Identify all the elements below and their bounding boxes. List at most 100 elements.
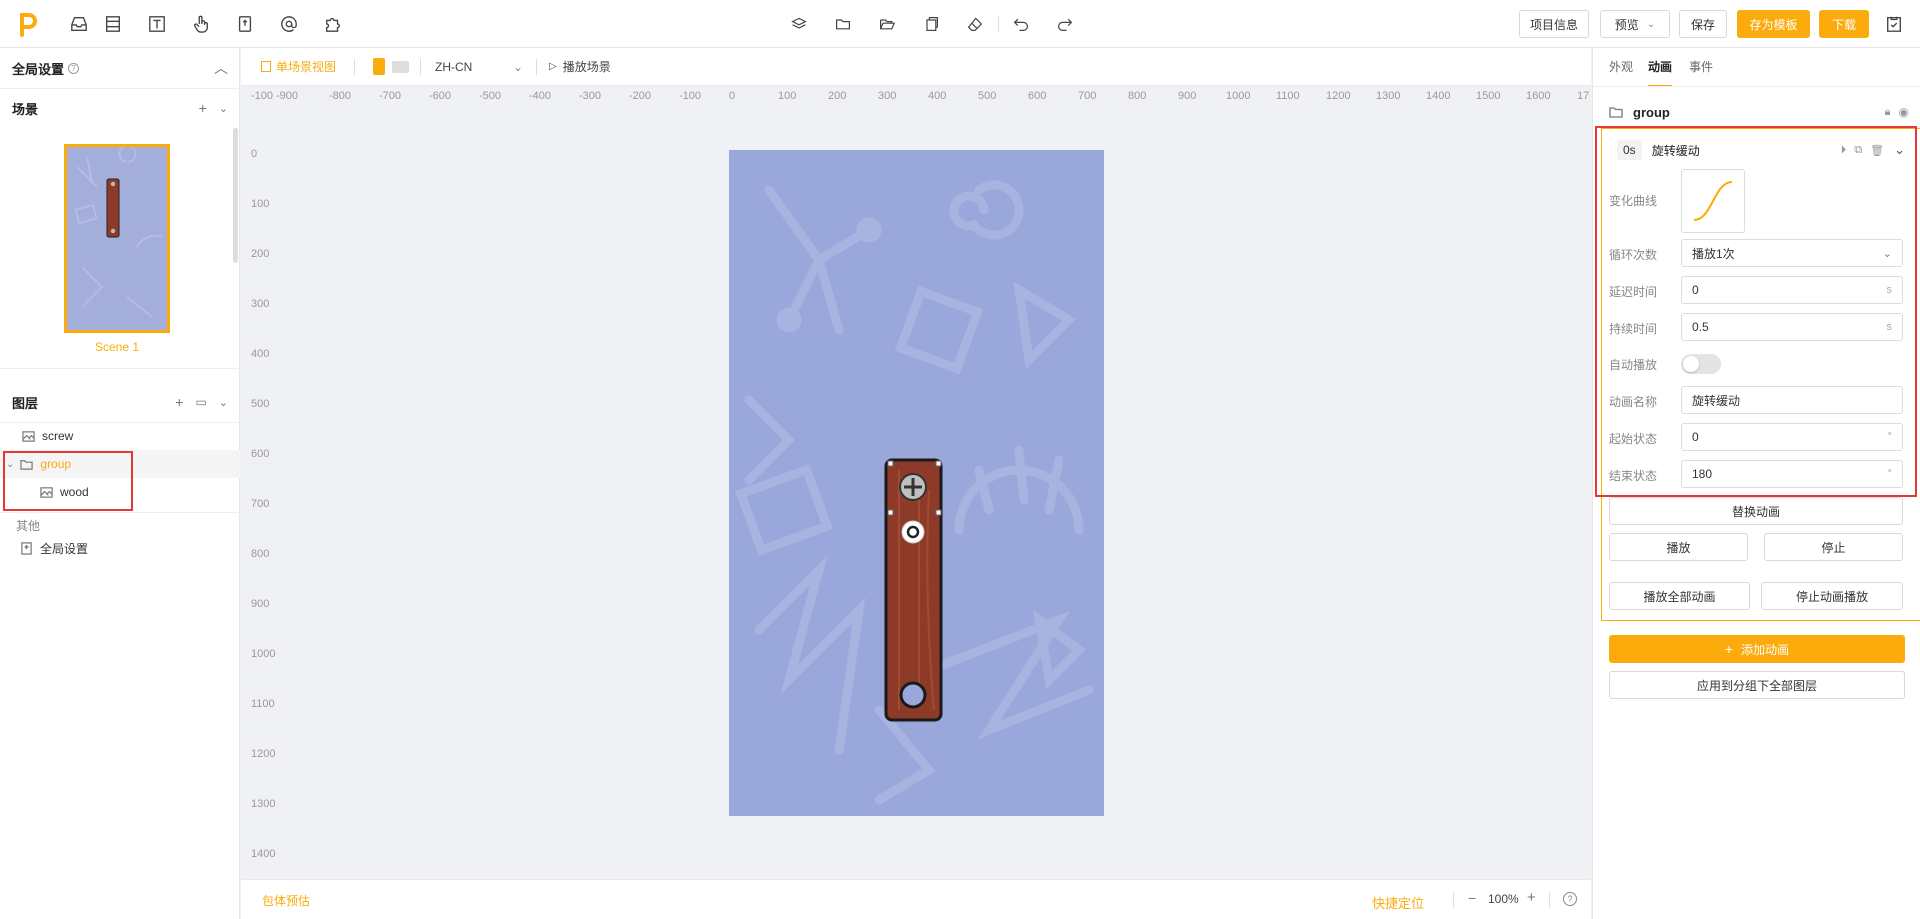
folder-icon	[1609, 107, 1623, 118]
package-estimate-link[interactable]: 包体预估	[262, 892, 310, 909]
duration-field[interactable]: 0.5 s	[1681, 313, 1903, 341]
start-state-field[interactable]: 0 °	[1681, 423, 1903, 451]
text-icon[interactable]	[146, 13, 168, 35]
ruler-tick: -900	[276, 90, 299, 102]
single-scene-view-tab[interactable]: 单场景视图	[261, 58, 336, 75]
tab-animation[interactable]: 动画	[1648, 58, 1673, 87]
scene-scrollbar[interactable]	[233, 128, 238, 263]
duration-value: 0.5	[1692, 320, 1709, 334]
ruler-tick: -700	[379, 90, 402, 102]
tab-appearance[interactable]: 外观	[1609, 58, 1633, 75]
ruler-tick: 1100	[251, 698, 275, 710]
help-icon[interactable]: ?	[68, 62, 80, 74]
at-icon[interactable]	[278, 13, 300, 35]
language-select[interactable]: ZH-CN ⌄	[435, 60, 523, 74]
add-scene-icon[interactable]: +	[199, 100, 207, 116]
replace-animation-button[interactable]: 替换动画	[1609, 497, 1903, 525]
inbox-icon[interactable]	[68, 13, 90, 35]
add-animation-label: 添加动画	[1741, 642, 1790, 657]
animation-header[interactable]: 0s 旋转缓动 ⏵︎ ⧉ 🗑︎ ⌄	[1617, 136, 1917, 164]
ruler-tick: -300	[579, 90, 602, 102]
image-icon	[40, 486, 53, 498]
layers-section-title: 图层	[12, 395, 39, 411]
play-button[interactable]: 播放	[1609, 533, 1748, 561]
eye-icon[interactable]: ◉	[1899, 105, 1909, 119]
collapse-icon[interactable]: ︿	[214, 58, 228, 78]
ruler-tick: 100	[778, 90, 797, 102]
chevron-down-icon[interactable]: ⌄	[6, 459, 14, 470]
zoom-level: 100%	[1488, 892, 1519, 906]
delay-value: 0	[1692, 283, 1699, 297]
help-icon[interactable]: ?	[1563, 892, 1577, 906]
loop-select[interactable]: 播放1次 ⌄	[1681, 239, 1903, 267]
anim-name-value: 旋转缓动	[1692, 393, 1741, 408]
ruler-tick: -100	[251, 90, 274, 102]
end-state-label: 结束状态	[1609, 469, 1658, 483]
play-scene-button[interactable]: ▷ 播放场景	[549, 58, 611, 75]
stop-all-button[interactable]: 停止动画播放	[1761, 582, 1903, 610]
ruler-tick: 600	[1028, 90, 1047, 102]
folder-open-icon[interactable]	[876, 13, 898, 35]
ruler-tick: 1400	[1426, 90, 1451, 102]
autoplay-toggle[interactable]	[1681, 354, 1721, 374]
play-circle-icon[interactable]: ⏵︎	[1841, 144, 1847, 157]
scene-preview-graphic	[74, 147, 163, 318]
layer-wood[interactable]: wood	[0, 478, 240, 506]
color-swatch-primary[interactable]	[373, 58, 385, 75]
preview-dropdown[interactable]: 预览 ⌄	[1600, 10, 1670, 38]
layer-screw[interactable]: screw	[0, 422, 240, 450]
project-info-button[interactable]: 项目信息	[1519, 10, 1589, 38]
copy-icon[interactable]: ⧉	[1854, 144, 1862, 157]
chevron-down-icon[interactable]: ⌄	[1894, 142, 1905, 158]
checklist-icon[interactable]	[1883, 13, 1905, 35]
scene-thumbnail[interactable]	[64, 144, 170, 333]
phone-icon[interactable]	[234, 13, 256, 35]
copy-icon[interactable]	[920, 13, 942, 35]
scene-stage[interactable]	[729, 150, 1104, 816]
save-button[interactable]: 保存	[1679, 10, 1727, 38]
global-settings-header[interactable]: 全局设置 ? ︿	[0, 48, 240, 88]
canvas-area: 单场景视图 ZH-CN ⌄ ▷ 播放场景 -100 -900 -800 -700…	[241, 48, 1591, 879]
folder-icon[interactable]	[832, 13, 854, 35]
start-state-label: 起始状态	[1609, 432, 1658, 446]
lock-icon[interactable]: 🔒︎	[1885, 106, 1891, 119]
anim-name-field[interactable]: 旋转缓动	[1681, 386, 1903, 414]
global-settings-item[interactable]: 全局设置	[0, 534, 240, 562]
tab-events[interactable]: 事件	[1689, 58, 1713, 75]
layers-icon[interactable]	[788, 13, 810, 35]
quick-locate-link[interactable]: 快捷定位	[1372, 893, 1424, 912]
delete-icon[interactable]: 🗑︎	[1870, 144, 1884, 157]
new-folder-icon[interactable]: ▭	[195, 395, 206, 409]
degree-unit: °	[1887, 431, 1892, 443]
download-button[interactable]: 下载	[1819, 10, 1869, 38]
end-state-field[interactable]: 180 °	[1681, 460, 1903, 488]
play-all-button[interactable]: 播放全部动画	[1609, 582, 1750, 610]
add-layer-icon[interactable]: +	[175, 394, 183, 410]
layer-name: group	[40, 457, 72, 471]
chevron-down-icon[interactable]: ⌄	[219, 396, 228, 409]
touch-icon[interactable]	[190, 13, 212, 35]
layout-icon[interactable]	[102, 13, 124, 35]
ruler-tick: -200	[629, 90, 652, 102]
rotate-handle[interactable]	[901, 520, 925, 544]
redo-icon[interactable]	[1054, 13, 1076, 35]
screw[interactable]	[899, 473, 927, 501]
delay-field[interactable]: 0 s	[1681, 276, 1903, 304]
ruler-tick: 700	[251, 498, 270, 510]
zoom-out-button[interactable]: −	[1468, 890, 1476, 906]
eraser-icon[interactable]	[964, 13, 986, 35]
scene-name[interactable]: Scene 1	[64, 340, 170, 354]
scene-section-header: 场景 + ⌄	[0, 88, 240, 128]
stop-button[interactable]: 停止	[1764, 533, 1903, 561]
save-template-button[interactable]: 存为模板	[1737, 10, 1810, 38]
undo-icon[interactable]	[1010, 13, 1032, 35]
chevron-down-icon[interactable]: ⌄	[219, 102, 228, 115]
easing-curve-editor[interactable]	[1681, 169, 1745, 233]
ruler-tick: 1300	[251, 798, 276, 810]
plugin-icon[interactable]	[322, 13, 344, 35]
color-swatch-secondary[interactable]	[392, 60, 409, 73]
add-animation-button[interactable]: + 添加动画	[1609, 635, 1905, 663]
zoom-in-button[interactable]: +	[1527, 889, 1536, 906]
layer-group[interactable]: ⌄ group	[0, 450, 240, 478]
apply-to-group-button[interactable]: 应用到分组下全部图层	[1609, 671, 1905, 699]
